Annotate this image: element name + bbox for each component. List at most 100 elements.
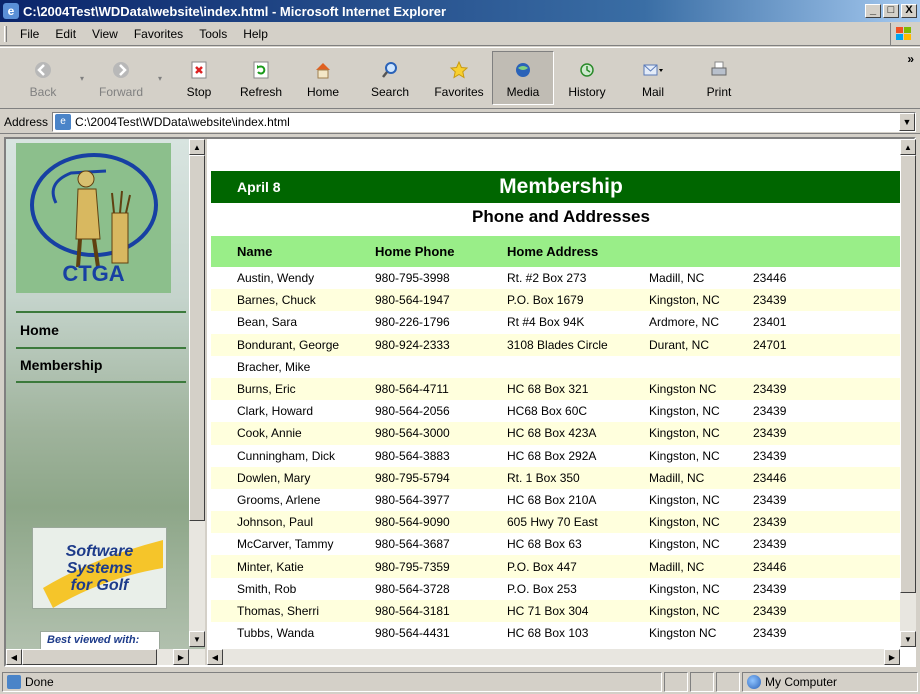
menu-file[interactable]: File bbox=[12, 27, 47, 41]
refresh-button[interactable]: Refresh bbox=[230, 51, 292, 105]
member-address: HC 68 Box 321 bbox=[507, 382, 589, 397]
member-zip: 23439 bbox=[753, 515, 787, 530]
address-value: C:\2004Test\WDData\website\index.html bbox=[75, 114, 290, 129]
main-scroll-left-arrow-icon[interactable]: ◀ bbox=[207, 649, 223, 665]
main-scroll-down-arrow-icon[interactable]: ▼ bbox=[900, 631, 916, 647]
member-city: Kingston, NC bbox=[649, 515, 720, 530]
home-button[interactable]: Home bbox=[292, 51, 354, 105]
ctga-logo-text: CTGA bbox=[62, 261, 125, 286]
member-zip: 23446 bbox=[753, 271, 787, 286]
nav-home[interactable]: Home bbox=[16, 311, 186, 347]
member-phone: 980-564-3977 bbox=[375, 492, 450, 507]
history-icon bbox=[575, 58, 599, 82]
menu-view[interactable]: View bbox=[84, 27, 126, 41]
back-dropdown[interactable]: ▾ bbox=[74, 51, 90, 105]
member-name: Tubbs, Wanda bbox=[237, 626, 315, 641]
print-label: Print bbox=[706, 84, 732, 99]
member-city: Durant, NC bbox=[649, 337, 710, 352]
left-hscroll-thumb[interactable] bbox=[22, 649, 157, 665]
media-label: Media bbox=[506, 84, 540, 99]
mail-label: Mail bbox=[641, 84, 664, 99]
main-scroll-right-arrow-icon[interactable]: ▶ bbox=[884, 649, 900, 665]
member-name: Clark, Howard bbox=[237, 404, 314, 419]
membership-header: April 8 Membership bbox=[211, 171, 900, 203]
toolbar-overflow-chevron-icon[interactable]: » bbox=[907, 52, 914, 66]
member-zip: 23439 bbox=[753, 581, 787, 596]
table-row: Cunningham, Dick 980-564-3883 HC 68 Box 29… bbox=[211, 445, 900, 467]
address-dropdown-arrow-icon[interactable]: ▼ bbox=[899, 112, 915, 131]
member-phone: 980-564-4711 bbox=[375, 382, 449, 397]
main-scroll-thumb[interactable] bbox=[900, 155, 916, 593]
left-frame-vertical-scrollbar[interactable]: ▲ ▼ bbox=[189, 139, 205, 647]
table-row: Bondurant, George 980-924-2333 3108 Blades… bbox=[211, 333, 900, 356]
media-icon bbox=[511, 58, 535, 82]
member-address: P.O. Box 253 bbox=[507, 581, 577, 596]
media-button[interactable]: Media bbox=[492, 51, 554, 105]
left-frame: CTGA Home Membership Software Systems fo… bbox=[6, 139, 205, 665]
address-input[interactable]: e C:\2004Test\WDData\website\index.html … bbox=[52, 111, 916, 132]
favorites-button[interactable]: Favorites bbox=[426, 51, 492, 105]
member-name: Bondurant, George bbox=[237, 337, 340, 352]
member-city: Kingston NC bbox=[649, 626, 717, 641]
main-frame-horizontal-scrollbar[interactable]: ◀ ▶ bbox=[207, 649, 900, 665]
member-phone: 980-564-2056 bbox=[375, 404, 450, 419]
printer-icon bbox=[707, 58, 731, 82]
left-scroll-right-arrow-icon[interactable]: ▶ bbox=[173, 649, 189, 665]
sponsor-line-2: Systems bbox=[66, 559, 133, 577]
status-text-panel: Done bbox=[2, 672, 662, 692]
member-address: HC68 Box 60C bbox=[507, 404, 588, 419]
member-zip: 23439 bbox=[753, 492, 787, 507]
table-row: Dowlen, Mary 980-795-5794 Rt. 1 Box 350 Mad… bbox=[211, 466, 900, 489]
member-phone: 980-924-2333 bbox=[375, 337, 450, 352]
member-city: Kingston, NC bbox=[649, 426, 720, 441]
member-address: P.O. Box 1679 bbox=[507, 293, 584, 308]
nav-membership[interactable]: Membership bbox=[16, 347, 186, 383]
member-city: Kingston, NC bbox=[649, 581, 720, 596]
left-scroll-left-arrow-icon[interactable]: ◀ bbox=[6, 649, 22, 665]
windows-logo-icon bbox=[890, 22, 916, 45]
column-header-name: Name bbox=[237, 244, 273, 259]
history-button[interactable]: History bbox=[554, 51, 620, 105]
menu-favorites[interactable]: Favorites bbox=[126, 27, 191, 41]
member-city: Kingston, NC bbox=[649, 404, 720, 419]
member-address: Rt. #2 Box 273 bbox=[507, 271, 587, 286]
refresh-icon bbox=[249, 58, 273, 82]
search-label: Search bbox=[370, 84, 410, 99]
page-done-icon bbox=[7, 675, 21, 689]
main-frame-vertical-scrollbar[interactable]: ▲ ▼ bbox=[900, 139, 916, 647]
maximize-button[interactable]: □ bbox=[883, 4, 899, 18]
member-zip: 23439 bbox=[753, 603, 787, 618]
back-button[interactable]: Back bbox=[12, 51, 74, 105]
main-scroll-up-arrow-icon[interactable]: ▲ bbox=[900, 139, 916, 155]
menu-help[interactable]: Help bbox=[235, 27, 276, 41]
menu-tools[interactable]: Tools bbox=[191, 27, 235, 41]
member-name: Bracher, Mike bbox=[237, 359, 311, 374]
member-phone: 980-564-3181 bbox=[375, 603, 450, 618]
window-title: C:\2004Test\WDData\website\index.html - … bbox=[23, 3, 447, 19]
status-panel-1 bbox=[664, 672, 688, 692]
favorites-label: Favorites bbox=[434, 84, 484, 99]
software-systems-for-golf-logo[interactable]: Software Systems for Golf bbox=[32, 527, 167, 609]
refresh-label: Refresh bbox=[239, 84, 283, 99]
history-label: History bbox=[568, 84, 606, 99]
member-zip: 23446 bbox=[753, 470, 787, 485]
menu-edit[interactable]: Edit bbox=[47, 27, 84, 41]
search-button[interactable]: Search bbox=[354, 51, 426, 105]
stop-button[interactable]: Stop bbox=[168, 51, 230, 105]
member-name: Barnes, Chuck bbox=[237, 293, 316, 308]
left-frame-horizontal-scrollbar[interactable]: ◀ ▶ bbox=[6, 649, 205, 665]
forward-dropdown[interactable]: ▾ bbox=[152, 51, 168, 105]
left-scroll-thumb[interactable] bbox=[189, 155, 205, 521]
stop-icon bbox=[187, 58, 211, 82]
page-title: Membership bbox=[499, 175, 623, 198]
member-address: HC 68 Box 103 bbox=[507, 626, 589, 641]
left-scroll-up-arrow-icon[interactable]: ▲ bbox=[189, 139, 205, 155]
minimize-button[interactable]: _ bbox=[865, 4, 881, 18]
left-scroll-down-arrow-icon[interactable]: ▼ bbox=[189, 631, 205, 647]
print-button[interactable]: Print bbox=[686, 51, 752, 105]
close-button[interactable]: X bbox=[901, 4, 917, 18]
browser-content: CTGA Home Membership Software Systems fo… bbox=[4, 137, 916, 667]
page-subtitle: Phone and Addresses bbox=[472, 207, 650, 226]
mail-button[interactable]: Mail bbox=[620, 51, 686, 105]
forward-button[interactable]: Forward bbox=[90, 51, 152, 105]
